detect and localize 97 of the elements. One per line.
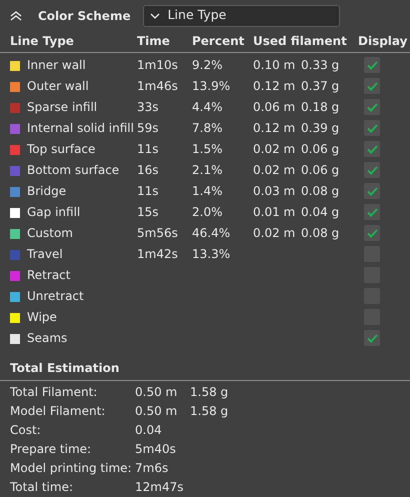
length-value: 0.10 m: [253, 58, 296, 72]
time-value: 1m46s: [137, 79, 178, 93]
percent-value: 46.4%: [192, 226, 230, 240]
summary-value: 0.50 m: [135, 404, 178, 418]
summary-label: Model printing time:: [10, 461, 132, 475]
time-value: 33s: [137, 100, 159, 114]
line-type-name: Custom: [27, 225, 73, 242]
time-value: 11s: [137, 142, 159, 156]
length-value: 0.02 m: [253, 142, 296, 156]
percent-value: 1.4%: [192, 184, 222, 198]
check-icon: [366, 124, 378, 132]
display-checkbox[interactable]: [364, 330, 380, 346]
summary-value: 12m47s: [135, 480, 184, 494]
display-checkbox[interactable]: [364, 99, 380, 115]
line-type-name: Unretract: [27, 288, 84, 305]
percent-value: 13.3%: [192, 247, 230, 261]
line-type-name: Wipe: [27, 309, 57, 326]
percent-value: 7.8%: [192, 121, 222, 135]
column-header: Percent: [192, 33, 246, 50]
length-value: 0.12 m: [253, 79, 296, 93]
line-type-name: Sparse infill: [27, 99, 98, 116]
time-value: 11s: [137, 184, 159, 198]
length-value: 0.12 m: [253, 121, 296, 135]
check-icon: [366, 102, 378, 112]
summary-label: Total Filament:: [10, 385, 98, 399]
percent-value: 2.1%: [192, 163, 222, 177]
display-checkbox[interactable]: [364, 162, 380, 178]
time-value: 1m42s: [137, 247, 178, 261]
percent-value: 4.4%: [192, 100, 222, 114]
line-type-dropdown[interactable]: Line Type: [142, 4, 340, 26]
summary-label: Cost:: [10, 423, 41, 437]
line-type-name: Gap infill: [27, 204, 80, 221]
display-checkbox[interactable]: [364, 204, 380, 220]
display-checkbox[interactable]: [364, 57, 380, 73]
time-value: 59s: [137, 121, 159, 135]
line-type-name: Inner wall: [27, 57, 86, 74]
summary-label: Prepare time:: [10, 442, 92, 456]
time-value: 16s: [137, 163, 159, 177]
length-value: 0.06 m: [253, 100, 296, 114]
time-value: 1m10s: [137, 58, 178, 72]
display-checkbox[interactable]: [364, 225, 380, 241]
percent-value: 1.5%: [192, 142, 222, 156]
display-checkbox[interactable]: [364, 183, 380, 199]
summary-value: 1.58 g: [190, 404, 228, 418]
weight-value: 0.37 g: [301, 79, 340, 93]
check-icon: [366, 82, 378, 90]
percent-value: 9.2%: [192, 58, 222, 72]
panel-title: Color Scheme: [38, 8, 131, 24]
length-value: 0.03 m: [253, 184, 296, 198]
summary-value: 1.58 g: [190, 385, 228, 399]
length-value: 0.02 m: [253, 226, 296, 240]
check-icon: [366, 60, 378, 70]
line-type-name: Travel: [27, 246, 63, 263]
summary-value: 0.50 m: [135, 385, 178, 399]
length-value: 0.01 m: [253, 205, 296, 219]
line-type-name: Seams: [27, 330, 68, 347]
time-value: 5m56s: [137, 226, 178, 240]
collapse-button[interactable]: [10, 10, 22, 20]
display-checkbox[interactable]: [364, 141, 380, 157]
check-icon: [366, 144, 378, 154]
check-icon: [366, 334, 378, 342]
column-header: Used filament: [253, 33, 348, 50]
summary-value: 0.04: [135, 423, 162, 437]
weight-value: 0.06 g: [301, 163, 340, 177]
display-checkbox[interactable]: [364, 78, 380, 94]
check-icon: [366, 208, 378, 216]
check-icon: [366, 186, 378, 196]
line-type-name: Bridge: [27, 183, 66, 200]
column-header: Display: [358, 33, 408, 50]
line-type-name: Retract: [27, 267, 70, 284]
column-header: Time: [137, 33, 171, 50]
check-icon: [366, 166, 378, 174]
line-type-name: Bottom surface: [27, 162, 120, 179]
weight-value: 0.06 g: [301, 142, 340, 156]
percent-value: 2.0%: [192, 205, 222, 219]
summary-value: 7m6s: [135, 461, 168, 475]
weight-value: 0.08 g: [301, 226, 340, 240]
line-type-name: Outer wall: [27, 78, 89, 95]
weight-value: 0.39 g: [301, 121, 340, 135]
display-checkbox[interactable]: [364, 120, 380, 136]
weight-value: 0.08 g: [301, 184, 340, 198]
line-type-name: Top surface: [27, 141, 96, 158]
check-icon: [366, 228, 378, 238]
double-chevron-up-icon: [10, 10, 22, 20]
line-type-name: Internal solid infill: [27, 120, 134, 137]
column-header: Line Type: [10, 33, 75, 50]
chevron-down-icon: [150, 12, 160, 18]
summary-label: Model Filament:: [10, 404, 106, 418]
weight-value: 0.04 g: [301, 205, 340, 219]
weight-value: 0.18 g: [301, 100, 340, 114]
weight-value: 0.33 g: [301, 58, 340, 72]
section-title: Total Estimation: [9, 360, 120, 377]
time-value: 15s: [137, 205, 159, 219]
percent-value: 13.9%: [192, 79, 230, 93]
length-value: 0.02 m: [253, 163, 296, 177]
summary-value: 5m40s: [135, 442, 176, 456]
summary-label: Total time:: [10, 480, 73, 494]
